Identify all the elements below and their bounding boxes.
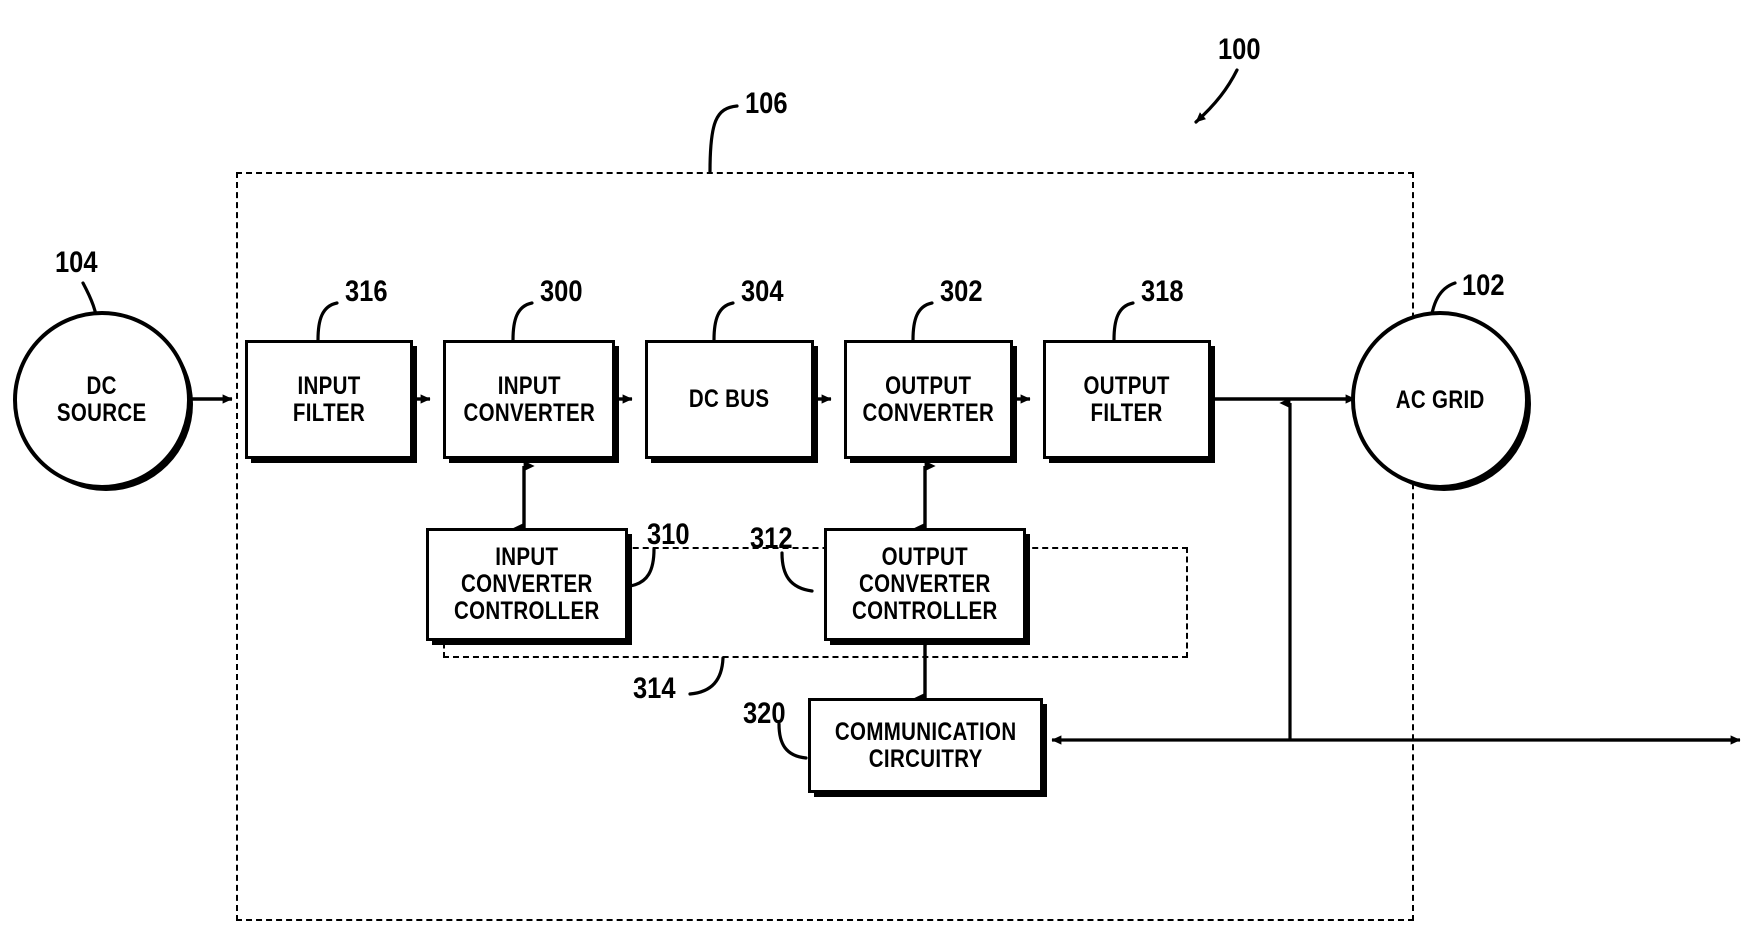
node-output-converter-controller[interactable]: OUTPUT CONVERTER CONTROLLER xyxy=(824,528,1026,641)
node-dc-bus-label: DC BUS xyxy=(689,385,770,413)
ref-304: 304 xyxy=(741,275,784,308)
ref-300: 300 xyxy=(540,275,583,308)
ref-318: 318 xyxy=(1141,275,1184,308)
ref-320: 320 xyxy=(743,697,786,730)
ref-316: 316 xyxy=(345,275,388,308)
node-ac-grid[interactable]: AC GRID xyxy=(1351,311,1529,489)
node-output-converter-controller-label: OUTPUT CONVERTER CONTROLLER xyxy=(852,543,998,625)
patent-figure: DC SOURCE AC GRID INPUT FILTER INPUT CON… xyxy=(0,0,1757,941)
ref-106: 106 xyxy=(745,87,788,120)
node-ac-grid-label: AC GRID xyxy=(1395,385,1485,414)
node-output-filter-label: OUTPUT FILTER xyxy=(1083,371,1171,427)
node-dc-source[interactable]: DC SOURCE xyxy=(13,311,191,489)
ref-314: 314 xyxy=(633,672,676,705)
node-output-converter[interactable]: OUTPUT CONVERTER xyxy=(844,340,1013,459)
ref-312: 312 xyxy=(750,522,793,555)
node-input-converter-controller[interactable]: INPUT CONVERTER CONTROLLER xyxy=(426,528,628,641)
node-input-converter-controller-label: INPUT CONVERTER CONTROLLER xyxy=(454,543,600,625)
ref-310: 310 xyxy=(647,518,690,551)
node-input-filter-label: INPUT FILTER xyxy=(292,371,366,427)
ref-302: 302 xyxy=(940,275,983,308)
node-output-filter[interactable]: OUTPUT FILTER xyxy=(1043,340,1211,459)
ref-100: 100 xyxy=(1218,33,1261,66)
ref-104: 104 xyxy=(55,246,98,279)
node-dc-source-label: DC SOURCE xyxy=(57,372,147,427)
node-communication-circuitry[interactable]: COMMUNICATION CIRCUITRY xyxy=(808,698,1043,793)
node-dc-bus[interactable]: DC BUS xyxy=(645,340,814,459)
node-input-filter[interactable]: INPUT FILTER xyxy=(245,340,413,459)
node-output-converter-label: OUTPUT CONVERTER xyxy=(862,371,995,427)
node-input-converter[interactable]: INPUT CONVERTER xyxy=(443,340,615,459)
node-input-converter-label: INPUT CONVERTER xyxy=(463,371,595,427)
ref-102: 102 xyxy=(1462,269,1505,302)
node-communication-circuitry-label: COMMUNICATION CIRCUITRY xyxy=(834,717,1017,773)
